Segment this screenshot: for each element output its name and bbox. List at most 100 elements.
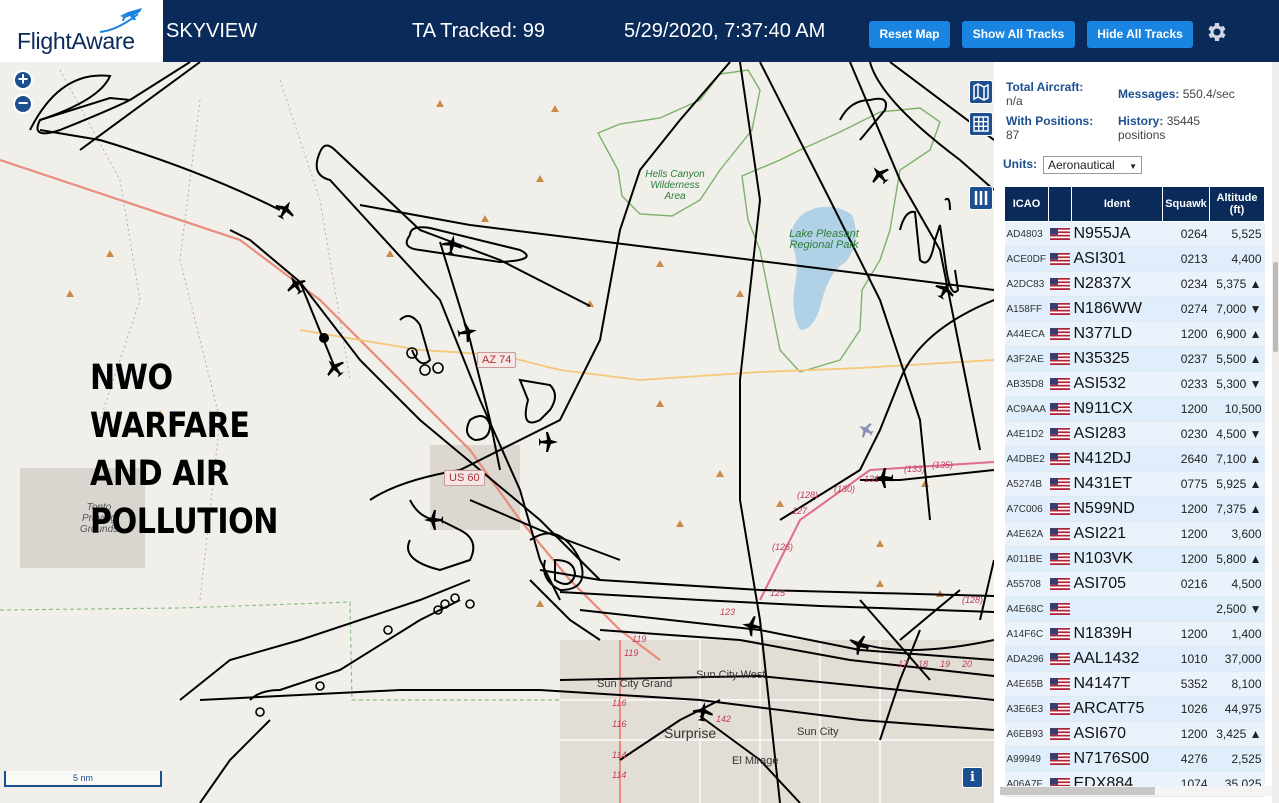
column-header-ident[interactable]: Ident xyxy=(1071,186,1163,222)
table-row[interactable]: ACE0DF ASI301 0213 4,400 xyxy=(1004,246,1265,272)
table-row[interactable]: AB35D8 ASI532 0233 5,300 ▼ xyxy=(1004,371,1265,397)
altitude-value: 2,500 xyxy=(1216,602,1247,616)
column-header-icao[interactable]: ICAO xyxy=(1004,186,1049,222)
cell-altitude: 37,000 xyxy=(1209,646,1265,672)
route-number: 119 xyxy=(632,634,647,644)
history-stat: History: 35445 positions xyxy=(1118,114,1200,142)
show-all-tracks-button[interactable]: Show All Tracks xyxy=(962,21,1075,48)
zoom-in-button[interactable]: + xyxy=(13,70,33,90)
history-label: History: xyxy=(1118,114,1164,128)
history-value: 35445 xyxy=(1166,114,1201,128)
us-flag-icon xyxy=(1050,502,1070,515)
altitude-value: 8,100 xyxy=(1231,677,1262,691)
altitude-value: 10,500 xyxy=(1224,402,1262,416)
column-header-squawk[interactable]: Squawk xyxy=(1162,186,1210,222)
gear-icon[interactable] xyxy=(1204,20,1228,44)
table-row[interactable]: A14F6C N1839H 1200 1,400 xyxy=(1004,621,1265,647)
table-row[interactable]: AC9AAA N911CX 1200 10,500 xyxy=(1004,396,1265,422)
table-row[interactable]: A6EB93 ASI670 1200 3,425 ▲ xyxy=(1004,721,1265,747)
map-layers-button[interactable] xyxy=(969,80,993,104)
cell-altitude: 4,400 xyxy=(1209,246,1265,272)
table-header-row: ICAO Ident Squawk Altitude (ft) xyxy=(1004,186,1265,222)
total-aircraft-label: Total Aircraft: xyxy=(1006,80,1084,94)
table-row[interactable]: A5274B N431ET 0775 5,925 ▲ xyxy=(1004,471,1265,497)
table-row[interactable]: A3E6E3 ARCAT75 1026 44,975 xyxy=(1004,696,1265,722)
zoom-out-button[interactable]: − xyxy=(13,94,33,114)
table-row[interactable]: A4E65B N4147T 5352 8,100 xyxy=(1004,671,1265,697)
altitude-value: 4,500 xyxy=(1216,427,1247,441)
total-aircraft-stat: Total Aircraft: n/a xyxy=(1006,80,1083,108)
column-header-flag[interactable] xyxy=(1048,186,1072,222)
cell-flag xyxy=(1048,446,1072,472)
map-view[interactable]: Hells Canyon Wilderness Area Lake Pleasa… xyxy=(0,62,994,803)
cell-ident: N7176S00 xyxy=(1071,746,1163,772)
table-row[interactable]: ADA296 AAL1432 1010 37,000 xyxy=(1004,646,1265,672)
with-positions-label: With Positions: xyxy=(1006,114,1094,128)
table-row[interactable]: A4E68C 2,500 ▼ xyxy=(1004,596,1265,622)
table-row[interactable]: A4DBE2 N412DJ 2640 7,100 ▲ xyxy=(1004,446,1265,472)
table-row[interactable]: A55708 ASI705 0216 4,500 xyxy=(1004,571,1265,597)
altitude-trend: ▼ xyxy=(1249,427,1262,441)
us-flag-icon xyxy=(1050,302,1070,315)
cell-altitude: 1,400 xyxy=(1209,621,1265,647)
route-number: 119 xyxy=(624,648,639,658)
cell-altitude: 5,800 ▲ xyxy=(1209,546,1265,572)
table-row[interactable]: A4E1D2 ASI283 0230 4,500 ▼ xyxy=(1004,421,1265,447)
horizontal-scroll-thumb[interactable] xyxy=(1000,787,1155,795)
cell-altitude: 44,975 xyxy=(1209,696,1265,722)
hide-all-tracks-button[interactable]: Hide All Tracks xyxy=(1087,21,1193,48)
cell-ident: AAL1432 xyxy=(1071,646,1163,672)
table-row[interactable]: A4E62A ASI221 1200 3,600 xyxy=(1004,521,1265,547)
ta-tracked-count: TA Tracked: 99 xyxy=(412,20,546,42)
column-header-altitude[interactable]: Altitude (ft) xyxy=(1209,186,1265,222)
vertical-scrollbar[interactable] xyxy=(1272,62,1279,803)
cell-altitude: 4,500 ▼ xyxy=(1209,421,1265,447)
cell-squawk: 0230 xyxy=(1162,421,1210,447)
table-row[interactable]: A158FF N186WW 0274 7,000 ▼ xyxy=(1004,296,1265,322)
table-row[interactable]: A3F2AE N35325 0237 5,500 ▲ xyxy=(1004,346,1265,372)
cell-squawk: 1010 xyxy=(1162,646,1210,672)
cell-flag xyxy=(1048,396,1072,422)
us-flag-icon xyxy=(1050,252,1070,265)
cell-ident: ARCAT75 xyxy=(1071,696,1163,722)
vertical-scroll-thumb[interactable] xyxy=(1273,262,1278,352)
cell-icao: A99949 xyxy=(1004,746,1049,772)
cell-icao: A4DBE2 xyxy=(1004,446,1049,472)
table-row[interactable]: A99949 N7176S00 4276 2,525 xyxy=(1004,746,1265,772)
route-number: (128) xyxy=(962,595,984,605)
cell-icao: A5274B xyxy=(1004,471,1049,497)
route-number: (133) xyxy=(904,464,926,474)
cell-icao: A14F6C xyxy=(1004,621,1049,647)
units-select[interactable]: Aeronautical xyxy=(1043,156,1142,175)
table-row[interactable]: A2DC83 N2837X 0234 5,375 ▲ xyxy=(1004,271,1265,297)
route-number: 114 xyxy=(612,750,627,760)
cell-flag xyxy=(1048,696,1072,722)
cell-squawk: 0233 xyxy=(1162,371,1210,397)
table-row[interactable]: AD4803 N955JA 0264 5,525 xyxy=(1004,221,1265,247)
cell-squawk: 5352 xyxy=(1162,671,1210,697)
cell-flag xyxy=(1048,496,1072,522)
table-row[interactable]: A011BE N103VK 1200 5,800 ▲ xyxy=(1004,546,1265,572)
table-row[interactable]: A44ECA N377LD 1200 6,900 ▲ xyxy=(1004,321,1265,347)
cell-flag xyxy=(1048,246,1072,272)
us-flag-icon xyxy=(1050,327,1070,340)
map-scale-bar: 5 nm xyxy=(4,771,162,787)
altitude-trend: ▼ xyxy=(1249,602,1262,616)
cell-ident: ASI670 xyxy=(1071,721,1163,747)
us-flag-icon xyxy=(1050,227,1070,240)
cell-squawk: 0234 xyxy=(1162,271,1210,297)
info-button[interactable]: i xyxy=(962,767,983,788)
cell-icao: A158FF xyxy=(1004,296,1049,322)
reset-map-button[interactable]: Reset Map xyxy=(869,21,950,48)
route-number: 20 xyxy=(962,659,973,669)
logo[interactable]: FlightAware xyxy=(0,0,163,62)
cell-icao: A3E6E3 xyxy=(1004,696,1049,722)
table-row[interactable]: A7C006 N599ND 1200 7,375 ▲ xyxy=(1004,496,1265,522)
columns-toggle-button[interactable] xyxy=(969,186,993,210)
cell-ident: ASI532 xyxy=(1071,371,1163,397)
horizontal-scrollbar[interactable] xyxy=(1000,786,1272,796)
cell-ident: N103VK xyxy=(1071,546,1163,572)
us-flag-icon xyxy=(1050,477,1070,490)
altitude-value: 2,525 xyxy=(1231,752,1262,766)
grid-toggle-button[interactable] xyxy=(969,112,993,136)
